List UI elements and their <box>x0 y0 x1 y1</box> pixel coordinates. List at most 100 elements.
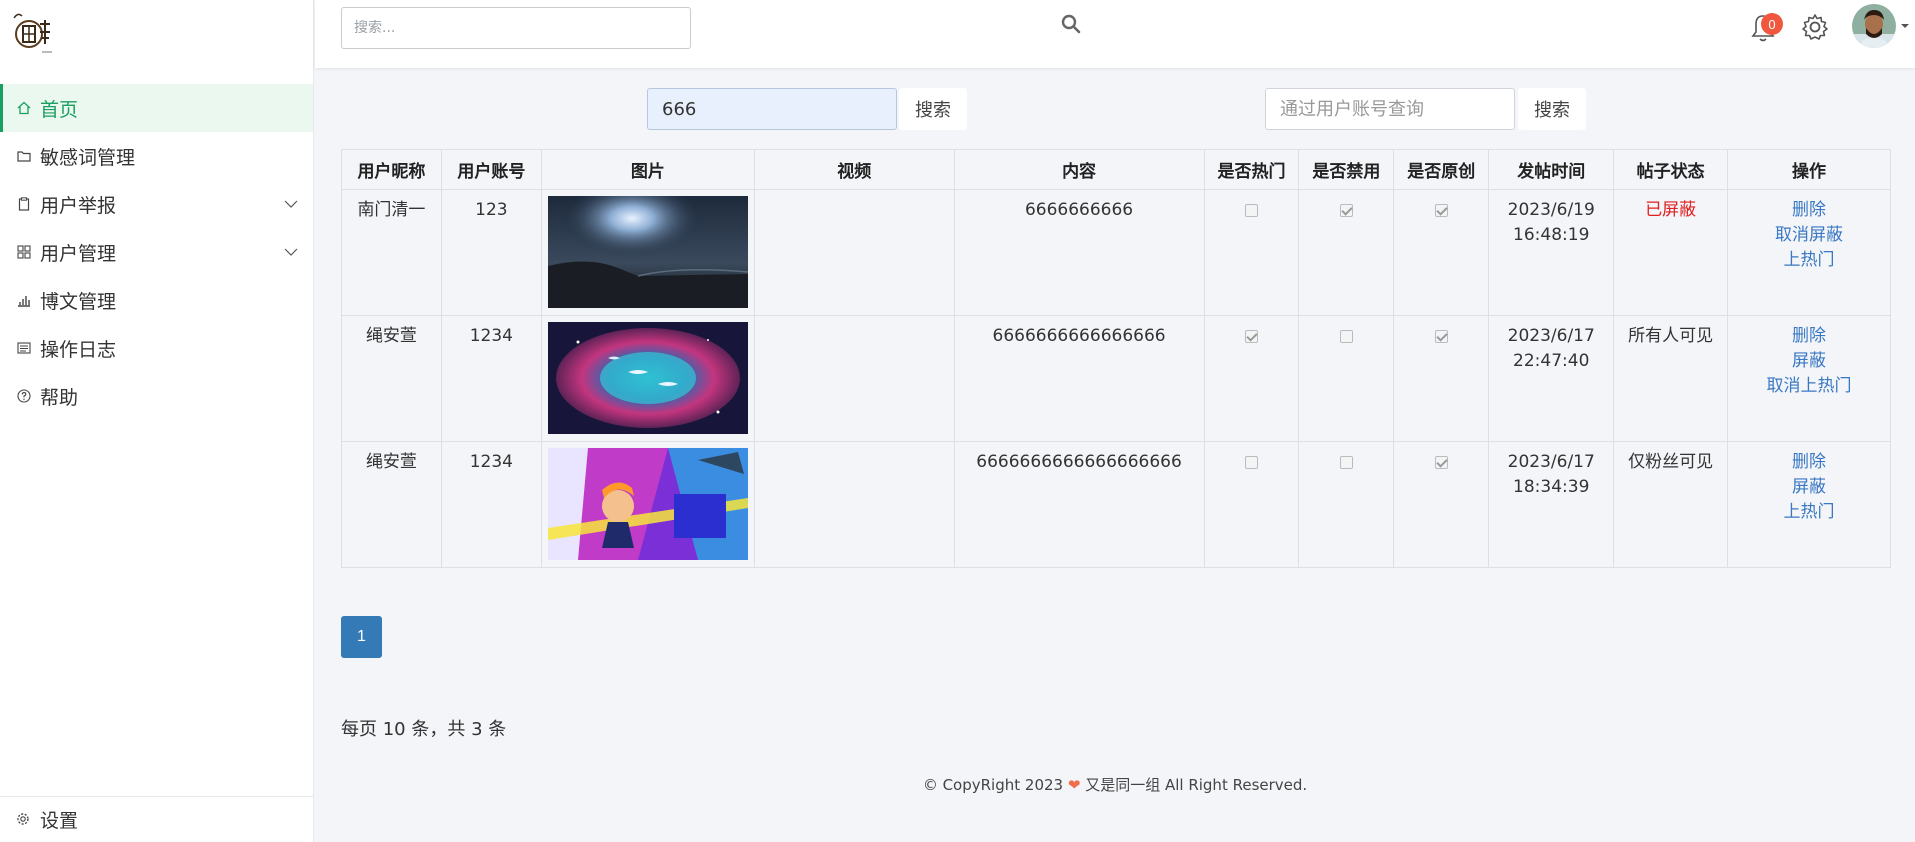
account-cell: 1234 <box>440 441 542 568</box>
original-cell <box>1393 441 1490 568</box>
sidebar-item-label: 首页 <box>40 98 79 121</box>
table-header-row: 用户昵称 用户账号 图片 视频 内容 是否热门 是否禁用 是否原创 发帖时间 帖… <box>341 149 1891 190</box>
sidebar-item-label: 用户管理 <box>40 242 117 265</box>
chevron-down-icon[interactable] <box>283 244 299 260</box>
status-cell: 已屏蔽 <box>1613 189 1729 316</box>
gear-icon <box>16 812 32 828</box>
pagination-info: 每页 10 条，共 3 条 <box>341 719 507 740</box>
sidebar-item-label: 敏感词管理 <box>40 146 136 169</box>
original-checkbox[interactable] <box>1434 330 1448 343</box>
post-date: 2023/6/17 <box>1507 326 1595 346</box>
hot-checkbox[interactable] <box>1244 330 1258 343</box>
content-cell: 6666666666666666 <box>953 315 1205 442</box>
original-cell <box>1393 189 1490 316</box>
post-date: 2023/6/17 <box>1507 452 1595 472</box>
sidebar-item-help[interactable]: 帮助 <box>0 372 313 420</box>
footer-team: 又是同一组 All Right Reserved. <box>1080 776 1308 794</box>
promote-hot-link[interactable]: 上热门 <box>1728 248 1890 273</box>
image-cell <box>540 441 755 568</box>
help-circle-icon <box>16 388 32 404</box>
posts-table: 用户昵称 用户账号 图片 视频 内容 是否热门 是否禁用 是否原创 发帖时间 帖… <box>341 149 1891 568</box>
account-cell: 1234 <box>440 315 542 442</box>
hot-cell <box>1203 315 1300 442</box>
column-header: 是否原创 <box>1393 149 1490 190</box>
post-image-thumbnail[interactable] <box>547 196 748 308</box>
nickname-cell: 绳安萱 <box>341 441 442 568</box>
post-time-cell: 2023/6/17 18:34:39 <box>1488 441 1615 568</box>
table-row: 绳安萱 1234 6666666666666666666 2023/6/17 1… <box>341 441 1891 568</box>
promote-hot-link[interactable]: 上热门 <box>1728 500 1890 525</box>
disabled-checkbox[interactable] <box>1339 330 1353 343</box>
post-image-thumbnail[interactable] <box>547 448 748 560</box>
hot-checkbox[interactable] <box>1244 456 1258 469</box>
actions-cell: 删除 屏蔽 上热门 <box>1727 441 1891 568</box>
home-icon <box>16 100 32 116</box>
image-cell <box>540 315 755 442</box>
post-date: 2023/6/19 <box>1507 200 1595 220</box>
post-time-cell: 2023/6/17 22:47:40 <box>1488 315 1615 442</box>
account-search-button[interactable]: 搜索 <box>1518 88 1586 130</box>
actions-cell: 删除 屏蔽 取消上热门 <box>1727 315 1891 442</box>
sidebar-item-operation-log[interactable]: 操作日志 <box>0 324 313 372</box>
image-cell <box>540 189 755 316</box>
avatar[interactable] <box>1852 4 1896 48</box>
hot-checkbox[interactable] <box>1244 204 1258 217</box>
disabled-cell <box>1298 189 1395 316</box>
heart-icon: ❤ <box>1067 776 1081 794</box>
table-row: 绳安萱 1234 6666666666666666 2023/6/17 22:4… <box>341 315 1891 442</box>
original-checkbox[interactable] <box>1434 204 1448 217</box>
status-cell: 仅粉丝可见 <box>1613 441 1729 568</box>
original-checkbox[interactable] <box>1434 456 1448 469</box>
hot-cell <box>1203 441 1300 568</box>
disabled-checkbox[interactable] <box>1339 204 1353 217</box>
sidebar-nav: 首页 敏感词管理 用户举报 用户管理 博文管理 操作日志 帮助 <box>0 84 313 420</box>
account-search-input[interactable] <box>1265 88 1515 130</box>
page-button[interactable]: 1 <box>341 616 382 658</box>
sidebar-item-home[interactable]: 首页 <box>0 84 313 132</box>
disabled-checkbox[interactable] <box>1339 456 1353 469</box>
block-link[interactable]: 屏蔽 <box>1728 349 1890 374</box>
sidebar-item-label: 博文管理 <box>40 290 117 313</box>
video-cell <box>753 441 955 568</box>
gear-icon[interactable] <box>1800 12 1830 42</box>
footer-copyright: © CopyRight 2023 <box>922 776 1068 794</box>
sidebar-item-sensitive-words[interactable]: 敏感词管理 <box>0 132 313 180</box>
column-header: 发帖时间 <box>1488 149 1615 190</box>
disabled-cell <box>1298 441 1395 568</box>
video-cell <box>753 189 955 316</box>
block-link[interactable]: 屏蔽 <box>1728 475 1890 500</box>
content-search-input[interactable] <box>647 88 897 130</box>
global-search-input[interactable] <box>341 7 691 49</box>
delete-link[interactable]: 删除 <box>1728 324 1890 349</box>
content-search-button[interactable]: 搜索 <box>899 88 967 130</box>
sidebar-item-label: 用户举报 <box>40 194 117 217</box>
column-header: 是否禁用 <box>1298 149 1395 190</box>
sidebar-item-user-management[interactable]: 用户管理 <box>0 228 313 276</box>
content-cell: 6666666666 <box>953 189 1205 316</box>
original-cell <box>1393 315 1490 442</box>
sidebar-item-blog-management[interactable]: 博文管理 <box>0 276 313 324</box>
grid-icon <box>16 244 32 260</box>
remove-hot-link[interactable]: 取消上热门 <box>1728 374 1890 399</box>
post-image-thumbnail[interactable] <box>547 322 748 434</box>
settings-label: 设置 <box>40 810 79 832</box>
footer: © CopyRight 2023 ❤ 又是同一组 All Right Reser… <box>315 774 1915 795</box>
sidebar-item-user-reports[interactable]: 用户举报 <box>0 180 313 228</box>
caret-down-icon[interactable] <box>1900 22 1910 30</box>
chevron-down-icon[interactable] <box>283 196 299 212</box>
column-header: 操作 <box>1727 149 1891 190</box>
sidebar-settings[interactable]: 设置 <box>0 796 313 842</box>
column-header: 视频 <box>753 149 955 190</box>
actions-cell: 删除 取消屏蔽 上热门 <box>1727 189 1891 316</box>
delete-link[interactable]: 删除 <box>1728 450 1890 475</box>
delete-link[interactable]: 删除 <box>1728 198 1890 223</box>
column-header: 帖子状态 <box>1613 149 1729 190</box>
unblock-link[interactable]: 取消屏蔽 <box>1728 223 1890 248</box>
column-header: 用户账号 <box>440 149 542 190</box>
post-time: 16:48:19 <box>1513 225 1590 245</box>
clipboard-icon <box>16 196 32 212</box>
sidebar: 首页 敏感词管理 用户举报 用户管理 博文管理 操作日志 帮助 设置 <box>0 0 314 842</box>
hot-cell <box>1203 189 1300 316</box>
column-header: 用户昵称 <box>341 149 442 190</box>
search-icon[interactable] <box>1060 13 1082 35</box>
